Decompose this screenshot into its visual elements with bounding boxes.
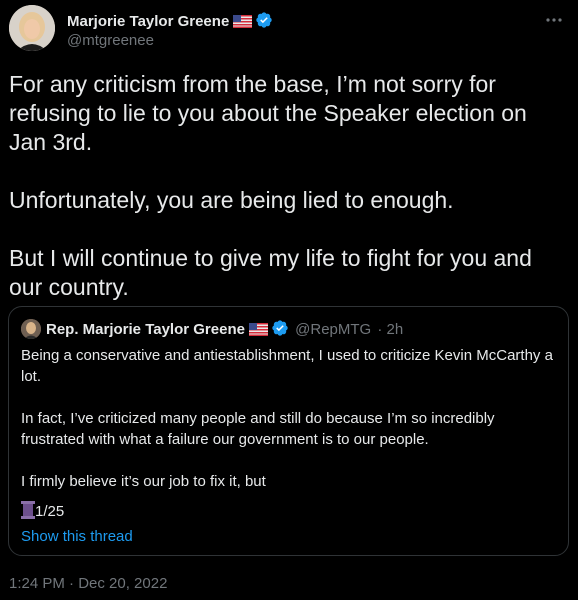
quoted-paragraph: I firmly believe it’s our job to fix it,… xyxy=(21,473,266,490)
tweet-timestamp[interactable]: 1:24 PM · Dec 20, 2022 xyxy=(9,575,167,592)
author-avatar[interactable] xyxy=(9,5,55,51)
quoted-text: Being a conservative and antiestablishme… xyxy=(21,345,557,492)
thread-counter: 1/25 xyxy=(21,501,64,522)
verified-badge-icon xyxy=(271,319,289,343)
more-options-icon[interactable] xyxy=(544,10,564,30)
quoted-author-handle[interactable]: @RepMTG xyxy=(295,321,371,338)
us-flag-icon xyxy=(248,322,268,342)
quoted-header: Rep. Marjorie Taylor Greene @RepMTG · 2h xyxy=(46,319,403,343)
tweet-text: For any criticism from the base, I’m not… xyxy=(9,70,564,302)
show-thread-link[interactable]: Show this thread xyxy=(21,526,133,547)
author-name[interactable]: Marjorie Taylor Greene xyxy=(67,11,273,33)
us-flag-icon xyxy=(233,15,253,32)
quoted-tweet[interactable]: Rep. Marjorie Taylor Greene @RepMTG · 2h… xyxy=(8,306,569,556)
thread-icon xyxy=(21,501,35,520)
quoted-paragraph: In fact, I’ve criticized many people and… xyxy=(21,410,495,448)
quoted-author-name[interactable]: Rep. Marjorie Taylor Greene xyxy=(46,321,245,338)
tweet: Marjorie Taylor Greene @mtgreenee For an… xyxy=(0,0,578,600)
thread-counter-text: 1/25 xyxy=(35,503,65,520)
author-name-text: Marjorie Taylor Greene xyxy=(67,13,230,30)
verified-badge-icon xyxy=(255,11,273,33)
tweet-paragraph: For any criticism from the base, I’m not… xyxy=(9,71,527,155)
quoted-author-avatar[interactable] xyxy=(21,319,41,339)
quoted-time[interactable]: · 2h xyxy=(377,321,403,338)
quoted-paragraph: Being a conservative and antiestablishme… xyxy=(21,347,553,385)
author-handle[interactable]: @mtgreenee xyxy=(67,32,154,49)
tweet-paragraph: But I will continue to give my life to f… xyxy=(9,245,532,300)
tweet-paragraph: Unfortunately, you are being lied to eno… xyxy=(9,187,454,213)
